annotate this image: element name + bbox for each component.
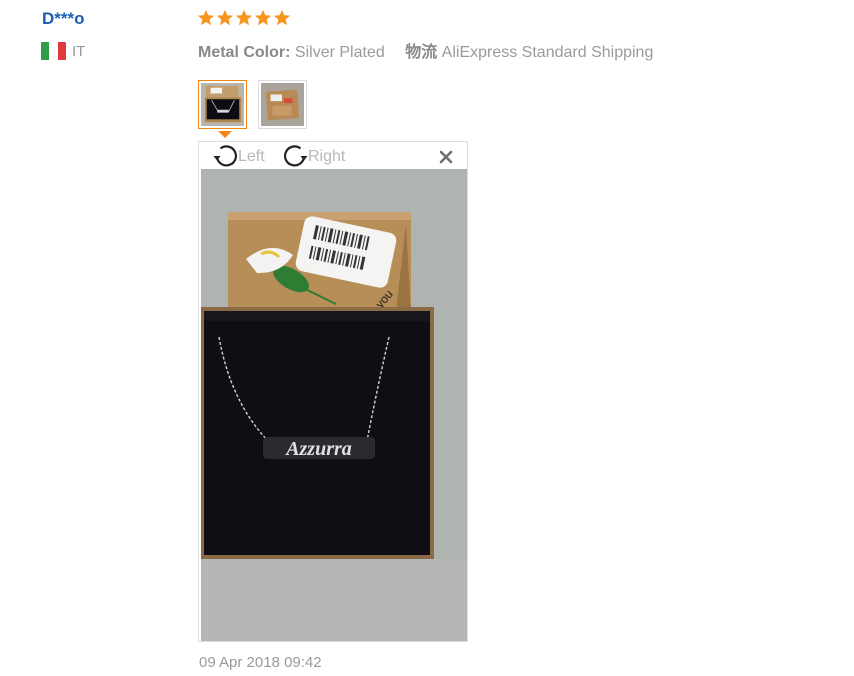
rotate-left-button[interactable]: Left (211, 143, 265, 170)
thumbnail-package[interactable] (258, 80, 307, 129)
reviewer-country: IT (41, 42, 85, 60)
rotate-right-label: Right (308, 147, 346, 165)
reviewer-name[interactable]: D***o (42, 9, 85, 29)
star-icon (273, 9, 291, 26)
review-photo: you Azzurra (201, 169, 467, 641)
thumbnail-necklace[interactable] (198, 80, 247, 129)
sku-info: Metal Color: Silver Plated 物流 AliExpress… (198, 38, 653, 62)
star-icon (235, 9, 253, 26)
image-viewer: Left Right you Azzurra (198, 141, 468, 642)
active-thumbnail-pointer (218, 131, 232, 138)
star-icon (254, 9, 272, 26)
sku-key: Metal Color: (198, 44, 291, 61)
necklace-text: Azzurra (284, 438, 352, 460)
rotate-right-icon (284, 145, 308, 167)
thumbnail-image (201, 83, 244, 126)
star-icon (197, 9, 215, 26)
shipping-key: 物流 (405, 44, 438, 61)
review-photo-image: you Azzurra (201, 169, 467, 641)
star-rating (197, 9, 291, 27)
close-icon (439, 150, 453, 164)
star-icon (216, 9, 234, 26)
review-date: 09 Apr 2018 09:42 (199, 654, 322, 671)
shipping-value: AliExpress Standard Shipping (441, 44, 654, 61)
sku-value: Silver Plated (294, 44, 385, 61)
rotate-left-label: Left (238, 147, 265, 165)
rotate-left-icon (213, 145, 237, 167)
rotate-right-button[interactable]: Right (281, 143, 345, 170)
country-code: IT (72, 42, 86, 60)
thumbnail-image (261, 83, 304, 126)
italy-flag-icon (41, 42, 66, 60)
close-viewer-button[interactable] (439, 150, 453, 164)
